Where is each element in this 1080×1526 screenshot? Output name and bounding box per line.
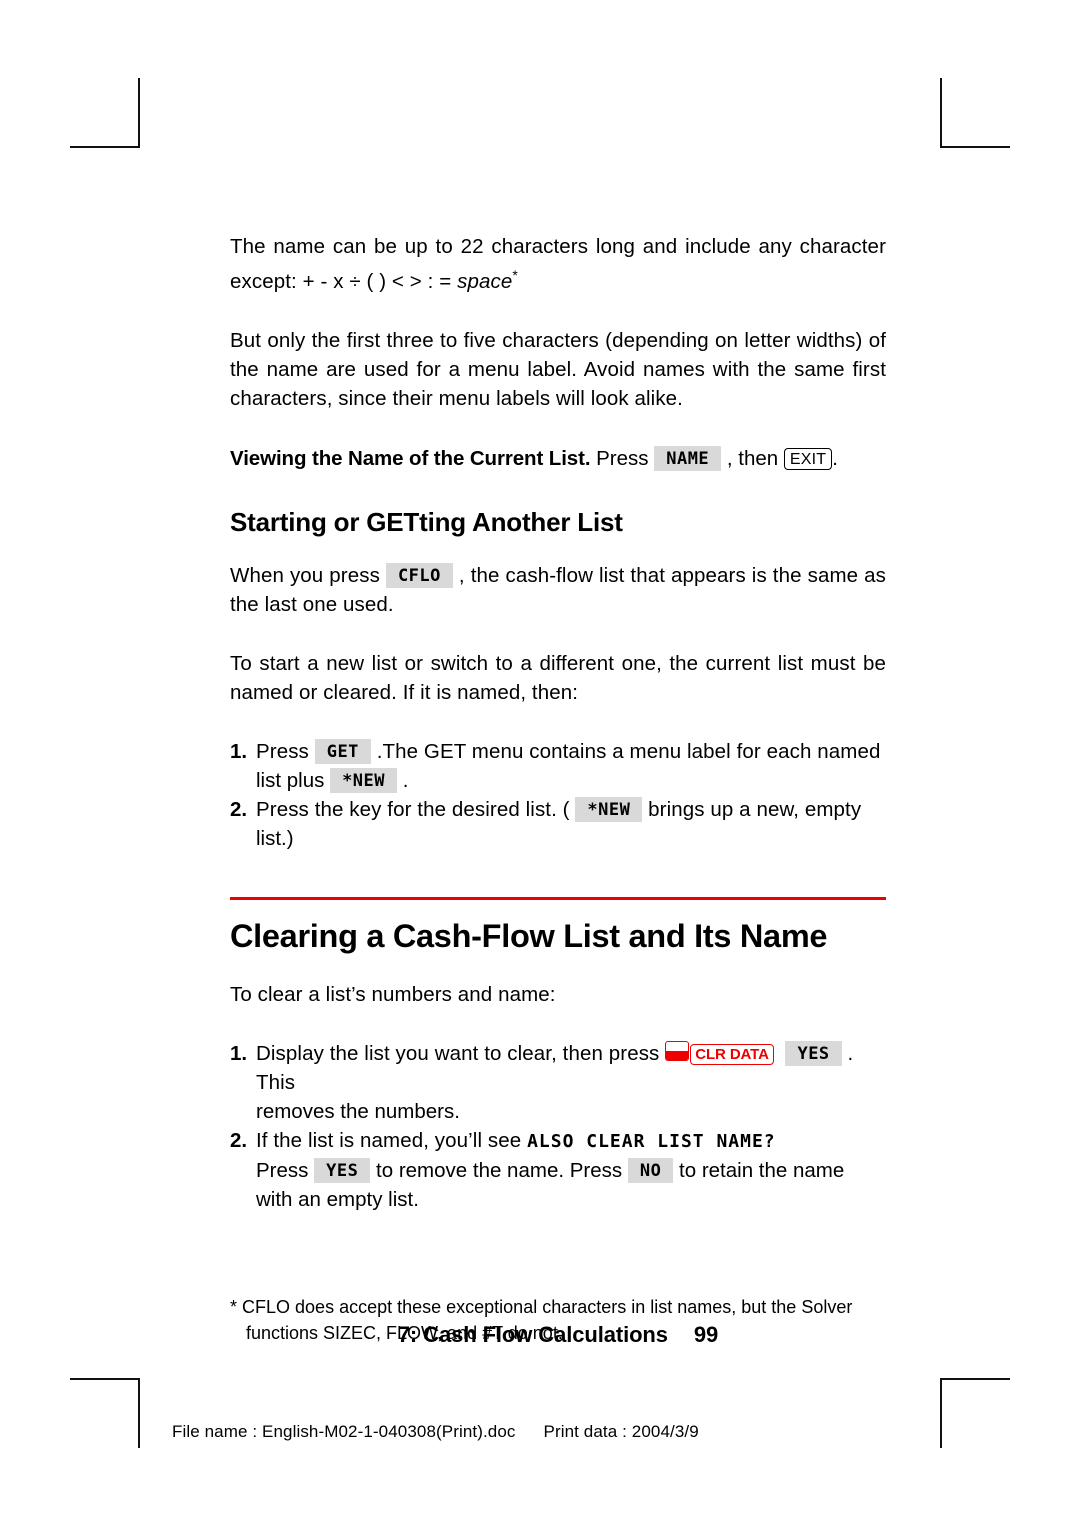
step-body: Press the key for the desired list. ( *N…	[256, 795, 886, 824]
paragraph-menu-label: But only the first three to five charact…	[230, 328, 886, 410]
step-text-suffix: .The GET menu contains a menu label for …	[370, 739, 881, 763]
lcd-message-also-clear-list-name: ALSO CLEAR LIST NAME?	[527, 1130, 776, 1152]
step-clear-1-continuation: removes the numbers.	[256, 1099, 460, 1123]
crop-mark-vertical	[138, 78, 140, 148]
paragraph-clear-intro: To clear a list’s numbers and name:	[230, 982, 556, 1006]
step-number: 2.	[230, 797, 248, 821]
crop-mark-top-left	[70, 78, 140, 148]
runin-period: .	[832, 446, 838, 470]
step-get-1: 1. Press GET .The GET menu contains a me…	[230, 737, 886, 766]
crop-mark-vertical	[138, 1378, 140, 1448]
crop-mark-horizontal	[70, 146, 140, 148]
step-clear-2-continuation-2: with an empty list.	[256, 1187, 419, 1211]
step-cont-suffix: to retain the name	[673, 1158, 845, 1182]
step-cont-mid: to remove the name. Press	[370, 1158, 628, 1182]
step-cont-suffix: .	[397, 768, 409, 792]
softkey-new[interactable]: *NEW	[330, 767, 398, 793]
crop-mark-horizontal	[940, 146, 1010, 148]
softkey-cflo[interactable]: CFLO	[385, 562, 453, 588]
crop-mark-bottom-left	[70, 1378, 140, 1448]
crop-mark-horizontal	[70, 1378, 140, 1380]
softkey-yes[interactable]: YES	[314, 1157, 371, 1183]
page-content: The name can be up to 22 characters long…	[230, 232, 886, 1346]
step-number: 1.	[230, 739, 248, 763]
softkey-no[interactable]: NO	[627, 1157, 674, 1183]
step-text-prefix: Press	[256, 739, 315, 763]
print-slug: File name : English-M02-1-040308(Print).…	[172, 1422, 699, 1442]
crop-mark-horizontal	[940, 1378, 1010, 1380]
softkey-name[interactable]: NAME	[654, 445, 722, 471]
subsection-heading-getting: Starting or GETting Another List	[230, 506, 623, 537]
step-text-suffix: brings up a new, empty	[642, 797, 862, 821]
crop-mark-bottom-right	[940, 1378, 1010, 1448]
key-clr-data[interactable]: CLR DATA	[690, 1043, 774, 1065]
paragraph-start-new-list: To start a new list or switch to a diffe…	[230, 651, 886, 704]
print-slug-file-value: English-M02-1-040308(Print).doc	[262, 1422, 516, 1441]
shift-key-icon-fill	[666, 1050, 689, 1060]
shift-key-icon[interactable]	[665, 1040, 690, 1061]
running-footer-title: 7: Cash Flow Calculations	[397, 1322, 668, 1347]
step-clear-2: 2. If the list is named, you’ll see ALSO…	[230, 1126, 886, 1156]
print-slug-date-label: Print data :	[543, 1422, 627, 1441]
step-number: 2.	[230, 1128, 248, 1152]
crop-mark-vertical	[940, 1378, 942, 1448]
step-cont-prefix: Press	[256, 1158, 315, 1182]
page-number: 99	[693, 1322, 719, 1347]
paragraph-name-rules: The name can be up to 22 characters long…	[230, 232, 886, 296]
softkey-yes[interactable]: YES	[785, 1040, 842, 1066]
step-clear-2-continuation: Press YES to remove the name. Press NO t…	[256, 1156, 886, 1185]
step-text-prefix: Display the list you want to clear, then…	[256, 1041, 666, 1065]
step-body: Press GET .The GET menu contains a menu …	[256, 737, 886, 766]
step-clear-1: 1. Display the list you want to clear, t…	[230, 1039, 886, 1097]
runin-heading-label: Viewing the Name of the Current List.	[230, 446, 591, 470]
crop-mark-vertical	[940, 78, 942, 148]
softkey-get[interactable]: GET	[314, 738, 371, 764]
footnote-marker-ref: *	[512, 267, 518, 283]
crop-mark-top-right	[940, 78, 1010, 148]
step-cont-prefix: list plus	[256, 768, 331, 792]
cflo-intro-prefix: When you press	[230, 563, 386, 587]
footnote-marker: *	[230, 1296, 238, 1317]
step-body: If the list is named, you’ll see ALSO CL…	[256, 1126, 886, 1156]
space-keyword: space	[457, 269, 513, 293]
step-get-2: 2. Press the key for the desired list. (…	[230, 795, 886, 824]
running-footer: 7: Cash Flow Calculations 99	[230, 1322, 886, 1348]
step-number: 1.	[230, 1041, 248, 1065]
step-get-1-continuation: list plus *NEW .	[256, 766, 886, 795]
excluded-operators: - x ÷ ( ) < > : =	[320, 269, 458, 293]
print-slug-date-value: 2004/3/9	[631, 1422, 699, 1441]
step-text-prefix: Press the key for the desired list. (	[256, 797, 576, 821]
print-slug-file-label: File name :	[172, 1422, 258, 1441]
runin-then-label: , then	[721, 446, 784, 470]
section-heading-clearing: Clearing a Cash-Flow List and Its Name	[230, 917, 828, 954]
step-body: Display the list you want to clear, then…	[256, 1039, 886, 1097]
paragraph-cflo-intro: When you press CFLO , the cash-flow list…	[230, 561, 886, 619]
step-text-prefix: If the list is named, you’ll see	[256, 1128, 528, 1152]
runin-press-label: Press	[590, 446, 655, 470]
softkey-new[interactable]: *NEW	[575, 796, 643, 822]
step-get-2-continuation: list.)	[256, 826, 294, 850]
key-exit[interactable]: EXIT	[783, 447, 833, 470]
runin-viewing-name: Viewing the Name of the Current List. Pr…	[230, 443, 886, 475]
